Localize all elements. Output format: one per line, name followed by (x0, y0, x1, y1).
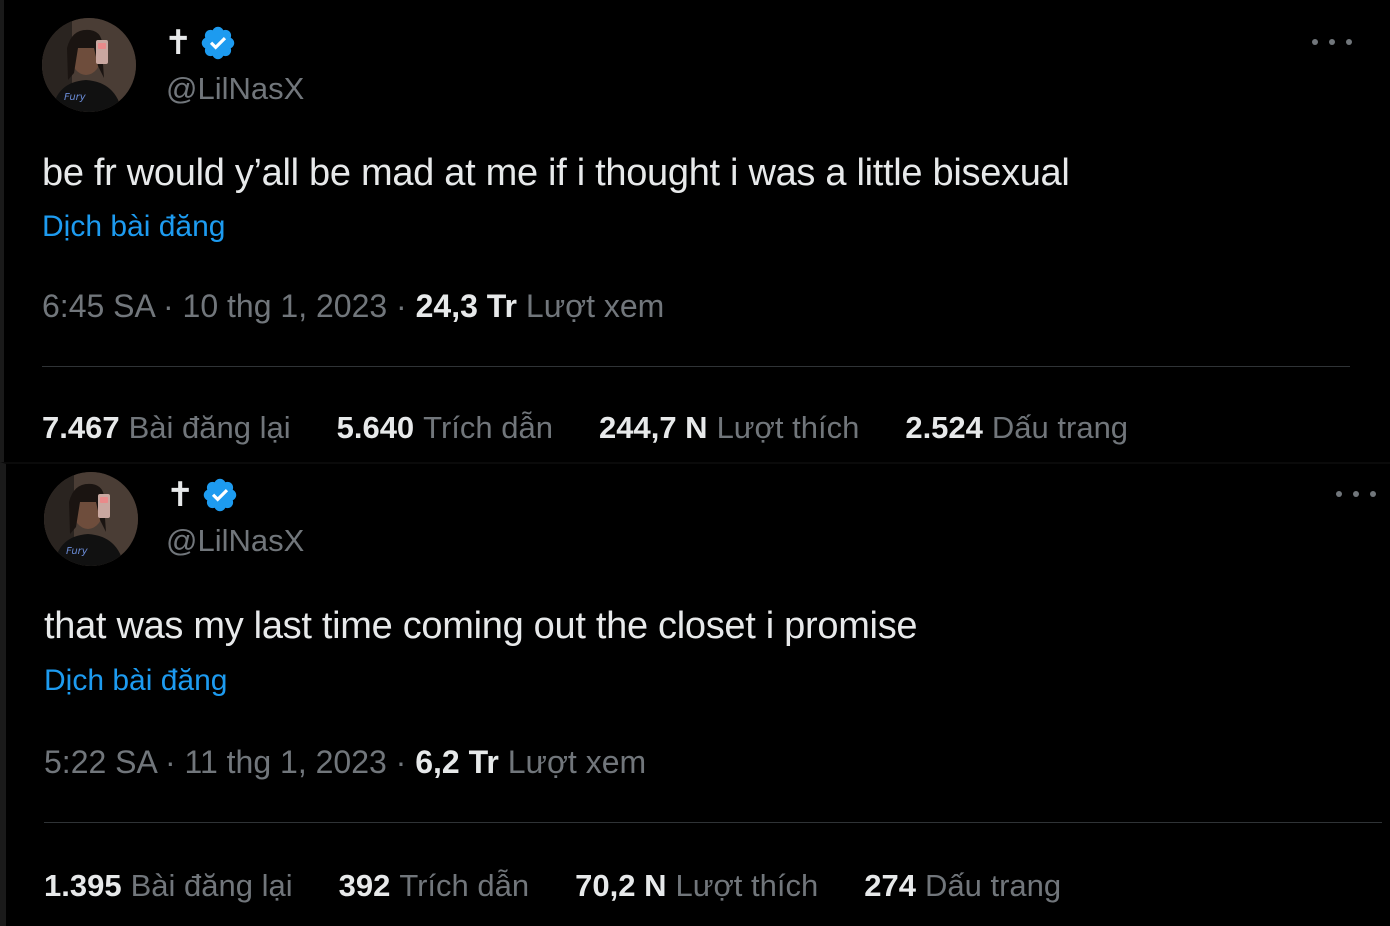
tweet-text: that was my last time coming out the clo… (44, 605, 918, 647)
dot (1336, 491, 1342, 497)
bookmarks-count: 274 (864, 868, 916, 903)
dot (1312, 39, 1318, 45)
separator: · (387, 288, 416, 324)
likes-label: Lượt thích (675, 868, 819, 903)
engagement-stats: 1.395 Bài đăng lại 392 Trích dẫn 70,2 N … (44, 870, 1061, 901)
post-time[interactable]: 6:45 SA (42, 288, 154, 324)
tweet-card[interactable]: Fury ✝ @LilNasX be fr would y’all be mad… (0, 0, 1390, 462)
separator: · (154, 288, 183, 324)
tweet-card[interactable]: Fury ✝ @LilNasX that was my last time co… (0, 462, 1390, 926)
reposts-count: 1.395 (44, 868, 122, 903)
author-name-row: ✝ (166, 476, 239, 514)
reposts-label: Bài đăng lại (130, 868, 293, 903)
likes-stat[interactable]: 70,2 N Lượt thích (575, 870, 818, 901)
verified-badge-icon (203, 478, 236, 512)
verified-badge-icon (201, 26, 234, 60)
author-handle[interactable]: @LilNasX (166, 525, 304, 556)
avatar-photo: Fury (44, 472, 138, 566)
display-name[interactable]: ✝ (164, 26, 193, 60)
likes-count: 70,2 N (575, 868, 667, 903)
bookmarks-stat[interactable]: 274 Dấu trang (864, 870, 1061, 901)
likes-count: 244,7 N (598, 410, 708, 445)
views-count: 24,3 Tr (415, 288, 517, 324)
quotes-label: Trích dẫn (423, 410, 553, 445)
views-label: Lượt xem (507, 744, 647, 780)
dot (1370, 491, 1376, 497)
likes-stat[interactable]: 244,7 N Lượt thích (599, 412, 859, 443)
likes-label: Lượt thích (716, 410, 860, 445)
more-options-icon[interactable] (1312, 32, 1352, 52)
tweet-meta: 6:45 SA · 10 thg 1, 2023 · 24,3 Tr Lượt … (42, 290, 664, 322)
quotes-count: 5.640 (336, 410, 415, 445)
svg-text:Fury: Fury (66, 546, 89, 557)
avatar[interactable]: Fury (42, 18, 136, 112)
avatar[interactable]: Fury (44, 472, 138, 566)
reposts-stat[interactable]: 1.395 Bài đăng lại (44, 870, 293, 901)
dot (1353, 491, 1359, 497)
dot (1329, 39, 1335, 45)
bookmarks-label: Dấu trang (924, 868, 1062, 903)
author-handle[interactable]: @LilNasX (166, 73, 304, 104)
reposts-count: 7.467 (42, 410, 120, 445)
bookmarks-stat[interactable]: 2.524 Dấu trang (905, 412, 1128, 443)
views-count: 6,2 Tr (415, 744, 499, 780)
dot (1346, 39, 1352, 45)
reposts-label: Bài đăng lại (128, 410, 291, 445)
translate-post-link[interactable]: Dịch bài đăng (42, 212, 225, 242)
tweet-meta: 5:22 SA · 11 thg 1, 2023 · 6,2 Tr Lượt x… (44, 746, 646, 778)
avatar-photo: Fury (42, 18, 136, 112)
divider (44, 822, 1382, 823)
reposts-stat[interactable]: 7.467 Bài đăng lại (42, 412, 291, 443)
post-time[interactable]: 5:22 SA (44, 744, 156, 780)
post-date[interactable]: 10 thg 1, 2023 (183, 288, 388, 324)
display-name[interactable]: ✝ (166, 478, 195, 512)
quotes-stat[interactable]: 392 Trích dẫn (339, 870, 530, 901)
author-name-row: ✝ (164, 24, 237, 62)
divider (42, 366, 1350, 367)
quotes-label: Trích dẫn (399, 868, 530, 903)
tweet-text: be fr would y’all be mad at me if i thou… (42, 152, 1070, 194)
translate-post-link[interactable]: Dịch bài đăng (44, 666, 227, 696)
more-options-icon[interactable] (1336, 484, 1376, 504)
separator: · (386, 744, 416, 780)
bookmarks-count: 2.524 (905, 410, 983, 445)
bookmarks-label: Dấu trang (991, 410, 1129, 445)
engagement-stats: 7.467 Bài đăng lại 5.640 Trích dẫn 244,7… (42, 412, 1128, 443)
views-label: Lượt xem (525, 288, 665, 324)
svg-text:Fury: Fury (64, 92, 87, 103)
quotes-stat[interactable]: 5.640 Trích dẫn (337, 412, 553, 443)
post-date[interactable]: 11 thg 1, 2023 (185, 744, 387, 780)
separator: · (156, 744, 185, 780)
quotes-count: 392 (338, 868, 391, 903)
